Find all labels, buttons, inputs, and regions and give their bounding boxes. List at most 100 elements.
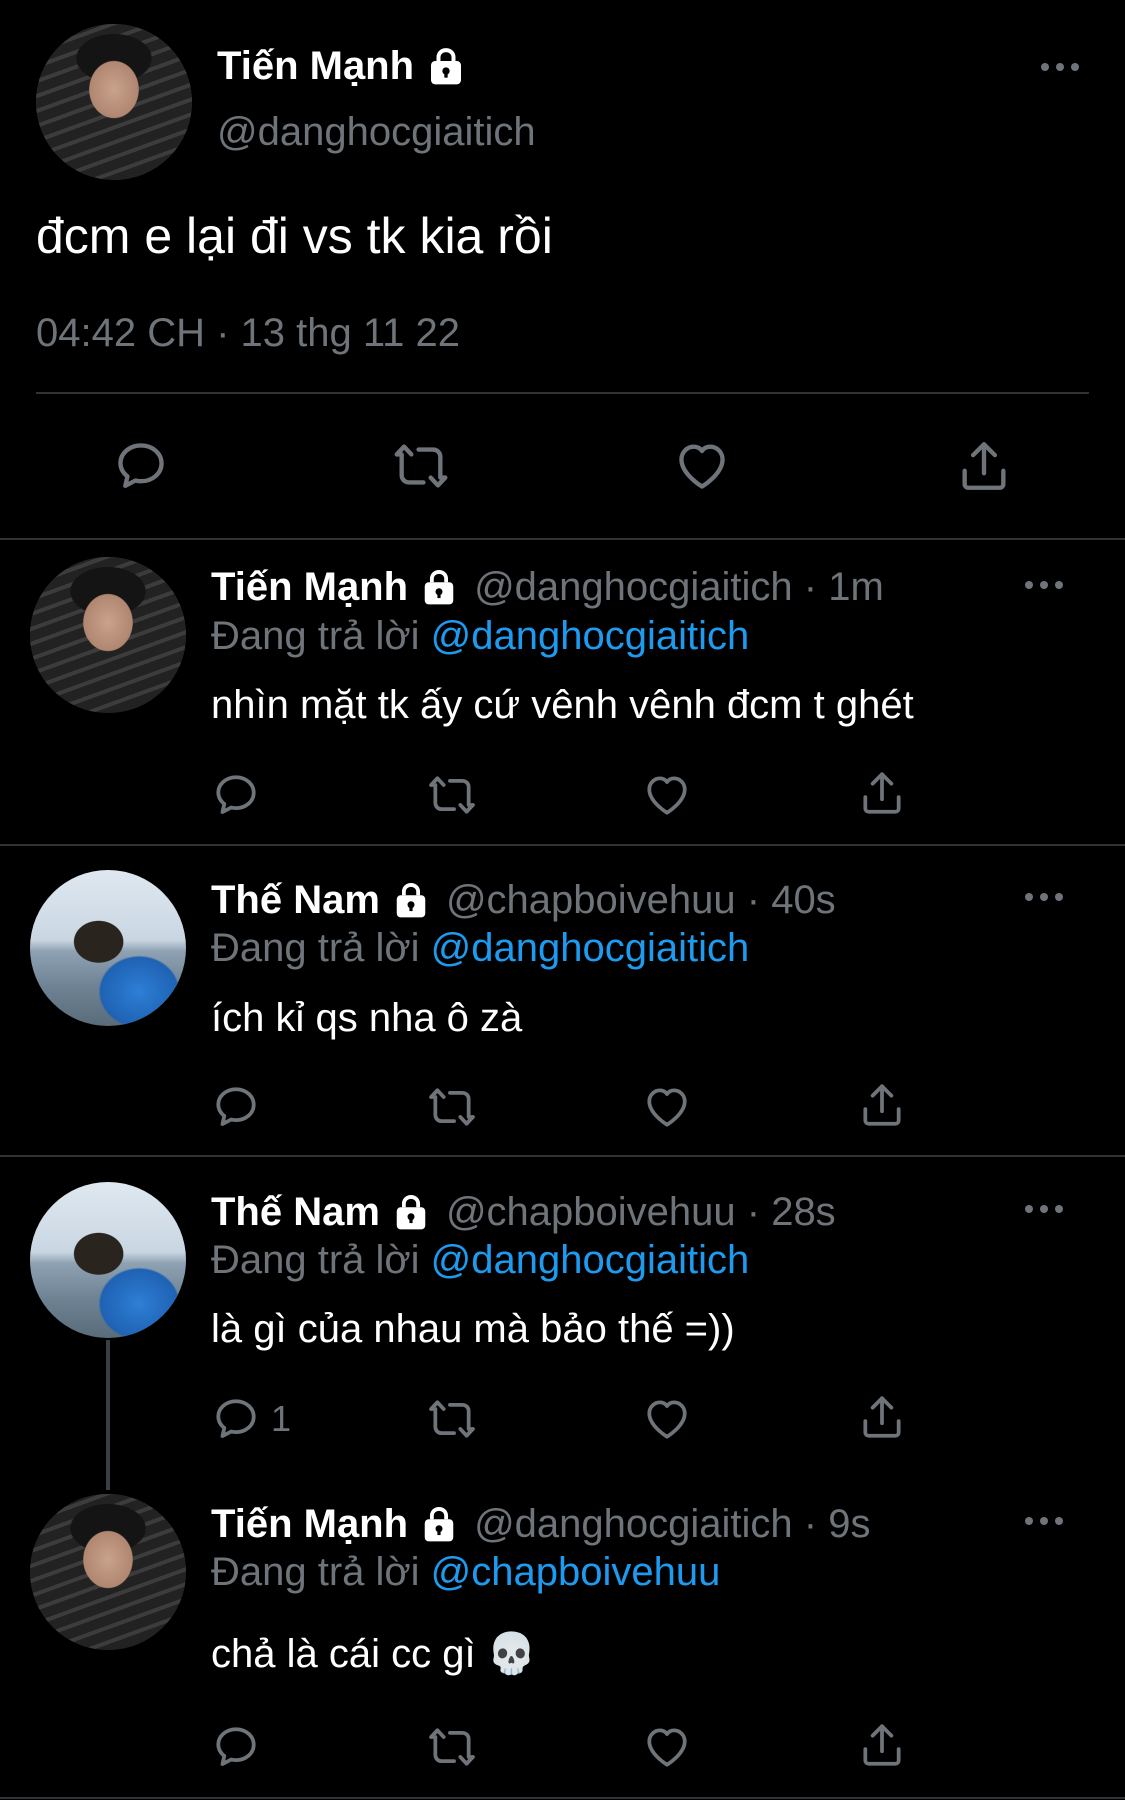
replying-to-handle[interactable]: @chapboivehuu — [431, 1550, 721, 1594]
avatar-image — [30, 1182, 186, 1338]
replying-to: Đang trả lời @danghocgiaitich — [211, 924, 749, 972]
reply-icon — [211, 1722, 261, 1772]
reply-author-handle[interactable]: @chapboivehuu · 40s — [446, 876, 836, 924]
retweet-button[interactable] — [424, 1722, 480, 1772]
reply-author-name[interactable]: Thế Nam — [211, 876, 380, 924]
reply-button[interactable] — [211, 1082, 271, 1132]
retweet-icon — [424, 1722, 480, 1772]
lock-icon — [392, 1193, 430, 1231]
like-button[interactable] — [642, 1722, 692, 1772]
more-icon[interactable] — [1024, 892, 1064, 902]
retweet-button[interactable] — [424, 1394, 480, 1444]
tweet-timestamp[interactable]: 04:42 CH · 13 thg 11 22 — [36, 308, 460, 358]
avatar-image — [30, 557, 186, 713]
reply-author-handle[interactable]: @danghocgiaitich · 1m — [474, 563, 884, 611]
heart-icon — [642, 1394, 692, 1444]
lock-icon — [420, 568, 458, 606]
retweet-icon — [424, 770, 480, 820]
reply-header: Thế Nam @chapboivehuu · 40s — [211, 876, 836, 924]
retweet-button[interactable] — [424, 770, 480, 820]
divider — [36, 392, 1089, 394]
reply-avatar[interactable] — [30, 1182, 186, 1338]
reply-avatar[interactable] — [30, 870, 186, 1026]
replying-to-handle[interactable]: @danghocgiaitich — [431, 614, 750, 658]
reply-author-name[interactable]: Tiến Mạnh — [211, 1500, 408, 1548]
share-button[interactable] — [857, 1080, 907, 1130]
divider — [0, 844, 1125, 846]
reply-author-name[interactable]: Thế Nam — [211, 1188, 380, 1236]
reply-author-name[interactable]: Tiến Mạnh — [211, 563, 408, 611]
author-handle[interactable]: @danghocgiaitich — [217, 108, 536, 156]
reply-button[interactable] — [211, 770, 271, 820]
reply-text: nhìn mặt tk ấy cứ vênh vênh đcm t ghét — [211, 683, 914, 727]
reply-text: ích kỉ qs nha ô zà — [211, 996, 523, 1040]
reply-header: Thế Nam @chapboivehuu · 28s — [211, 1188, 836, 1236]
replying-to: Đang trả lời @chapboivehuu — [211, 1548, 720, 1596]
more-icon[interactable] — [1040, 62, 1080, 72]
reply-header: Tiến Mạnh @danghocgiaitich · 1m — [211, 563, 884, 611]
divider — [0, 1155, 1125, 1157]
reply-icon — [211, 770, 261, 820]
heart-icon — [673, 437, 731, 495]
reply-icon — [112, 437, 170, 495]
retweet-icon — [424, 1082, 480, 1132]
divider — [0, 1797, 1125, 1799]
reply-author-handle[interactable]: @chapboivehuu · 28s — [446, 1188, 836, 1236]
reply-avatar[interactable] — [30, 1494, 186, 1650]
reply-button[interactable] — [112, 437, 170, 495]
retweet-button[interactable] — [424, 1082, 480, 1132]
retweet-button[interactable] — [389, 437, 453, 495]
share-button[interactable] — [857, 768, 907, 818]
reply-text: chả là cái cc gì 💀 — [211, 1632, 537, 1676]
share-button[interactable] — [955, 437, 1013, 495]
like-button[interactable] — [673, 437, 731, 495]
like-button[interactable] — [642, 1082, 692, 1132]
reply-icon — [211, 1394, 261, 1444]
lock-icon — [392, 881, 430, 919]
replying-to-handle[interactable]: @danghocgiaitich — [431, 1238, 750, 1282]
lock-icon — [426, 46, 466, 86]
reply-count: 1 — [271, 1398, 292, 1439]
reply-text: là gì của nhau mà bảo thế =)) — [211, 1307, 735, 1351]
lock-icon — [420, 1505, 458, 1543]
thread-connector — [106, 1340, 110, 1490]
heart-icon — [642, 1722, 692, 1772]
share-icon — [857, 1080, 907, 1130]
like-button[interactable] — [642, 770, 692, 820]
divider — [0, 538, 1125, 540]
author-name[interactable]: Tiến Mạnh — [217, 42, 466, 90]
reply-icon — [211, 1082, 261, 1132]
avatar-image — [36, 24, 192, 180]
replying-to: Đang trả lời @danghocgiaitich — [211, 612, 749, 660]
replying-to-label: Đang trả lời — [211, 1238, 420, 1282]
reply-author-handle[interactable]: @danghocgiaitich · 9s — [474, 1500, 870, 1548]
like-button[interactable] — [642, 1394, 692, 1444]
more-icon[interactable] — [1024, 1204, 1064, 1214]
share-button[interactable] — [857, 1720, 907, 1770]
heart-icon — [642, 770, 692, 820]
tweet-text: đcm e lại đi vs tk kia rồi — [36, 208, 553, 264]
retweet-icon — [389, 437, 453, 495]
reply-avatar[interactable] — [30, 557, 186, 713]
reply-header: Tiến Mạnh @danghocgiaitich · 9s — [211, 1500, 870, 1548]
reply-button[interactable]: 1 — [211, 1394, 291, 1444]
replying-to-label: Đang trả lời — [211, 926, 420, 970]
avatar-image — [30, 1494, 186, 1650]
replying-to-label: Đang trả lời — [211, 614, 420, 658]
more-icon[interactable] — [1024, 580, 1064, 590]
heart-icon — [642, 1082, 692, 1132]
retweet-icon — [424, 1394, 480, 1444]
reply-button[interactable] — [211, 1722, 271, 1772]
share-icon — [955, 437, 1013, 495]
share-button[interactable] — [857, 1392, 907, 1442]
replying-to-label: Đang trả lời — [211, 1550, 420, 1594]
more-icon[interactable] — [1024, 1516, 1064, 1526]
share-icon — [857, 768, 907, 818]
replying-to-handle[interactable]: @danghocgiaitich — [431, 926, 750, 970]
replying-to: Đang trả lời @danghocgiaitich — [211, 1236, 749, 1284]
author-name-text: Tiến Mạnh — [217, 44, 415, 88]
share-icon — [857, 1720, 907, 1770]
share-icon — [857, 1392, 907, 1442]
avatar-image — [30, 870, 186, 1026]
author-avatar[interactable] — [36, 24, 192, 180]
